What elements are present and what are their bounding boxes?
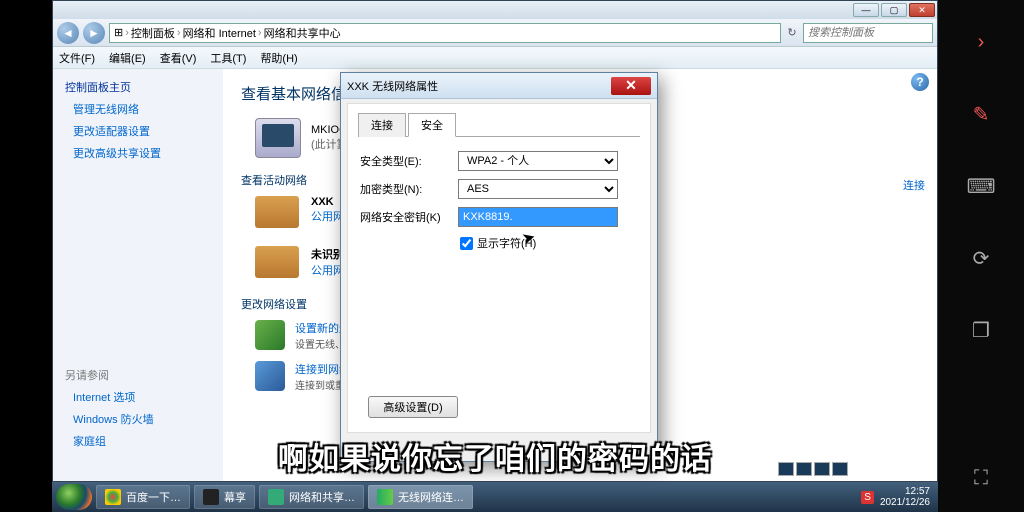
sidebar-link-sharing[interactable]: 更改高级共享设置 (73, 145, 211, 161)
select-encryption[interactable]: AES (458, 179, 618, 199)
connect-link[interactable]: 连接 (903, 177, 925, 193)
right-toolbar: › ✎ ⌨ ⟳ ❐ ⛶ (938, 0, 1024, 512)
rail-windows-icon[interactable]: ❐ (967, 316, 995, 344)
crumb-2[interactable]: 网络和共享中心 (264, 25, 341, 41)
task-network[interactable]: 网络和共享… (259, 485, 364, 509)
dialog-title: XXK 无线网络属性 (347, 78, 611, 94)
checkbox-show-chars[interactable] (460, 237, 473, 250)
rail-forward-icon[interactable]: › (967, 28, 995, 56)
wifi-properties-dialog: XXK 无线网络属性 ✕ 连接 安全 安全类型(E): WPA2 - 个人 加密… (340, 72, 658, 462)
advanced-settings-button[interactable]: 高级设置(D) (368, 396, 458, 418)
new-connection-icon (255, 320, 285, 350)
sidebar: 控制面板主页 管理无线网络 更改适配器设置 更改高级共享设置 另请参阅 Inte… (53, 69, 223, 481)
task-wifi[interactable]: 无线网络连… (368, 485, 473, 509)
rail-keyboard-icon[interactable]: ⌨ (967, 172, 995, 200)
menu-view[interactable]: 查看(V) (160, 50, 197, 66)
sidebar-link-wireless[interactable]: 管理无线网络 (73, 101, 211, 117)
connect-network-icon (255, 361, 285, 391)
help-icon[interactable]: ? (911, 73, 929, 91)
network-icon (255, 196, 299, 228)
minimize-button[interactable]: — (853, 3, 879, 17)
menu-file[interactable]: 文件(F) (59, 50, 95, 66)
back-button[interactable]: ◄ (57, 22, 79, 44)
crumb-1[interactable]: 网络和 Internet (183, 25, 256, 41)
ime-icon[interactable]: S (861, 491, 874, 504)
tab-connection[interactable]: 连接 (358, 113, 406, 137)
address-bar: ◄ ► ⊞ › 控制面板 › 网络和 Internet › 网络和共享中心 ↻ (53, 19, 937, 47)
select-security-type[interactable]: WPA2 - 个人 (458, 151, 618, 171)
dialog-titlebar: XXK 无线网络属性 ✕ (341, 73, 657, 99)
sidebar-link-adapter[interactable]: 更改适配器设置 (73, 123, 211, 139)
rail-refresh-icon[interactable]: ⟳ (967, 244, 995, 272)
label-security-type: 安全类型(E): (358, 153, 458, 169)
related-homegroup[interactable]: 家庭组 (73, 433, 211, 449)
network-icon (255, 246, 299, 278)
label-encryption: 加密类型(N): (358, 181, 458, 197)
dialog-tabs: 连接 安全 (358, 112, 640, 137)
menu-edit[interactable]: 编辑(E) (109, 50, 146, 66)
breadcrumb-icon: ⊞ (114, 26, 123, 39)
forward-button[interactable]: ► (83, 22, 105, 44)
crumb-0[interactable]: 控制面板 (131, 25, 175, 41)
menu-bar: 文件(F) 编辑(E) 查看(V) 工具(T) 帮助(H) (53, 47, 937, 69)
label-network-key: 网络安全密钥(K) (358, 209, 458, 225)
sidebar-home[interactable]: 控制面板主页 (65, 79, 211, 95)
window-titlebar: — ▢ ✕ (53, 1, 937, 19)
breadcrumb[interactable]: ⊞ › 控制面板 › 网络和 Internet › 网络和共享中心 (109, 23, 781, 43)
taskbar: 百度一下… 幕享 网络和共享… 无线网络连… S 12:57 2021/12/2… (52, 482, 938, 512)
system-tray[interactable]: S 12:57 2021/12/26 (861, 486, 934, 508)
menu-tools[interactable]: 工具(T) (210, 50, 246, 66)
refresh-icon[interactable]: ↻ (785, 26, 799, 39)
tab-security[interactable]: 安全 (408, 113, 456, 137)
tray-monitors (778, 462, 848, 476)
rail-expand-icon[interactable]: ⛶ (967, 464, 995, 492)
rail-brush-icon[interactable]: ✎ (967, 100, 995, 128)
computer-icon (255, 118, 301, 158)
clock[interactable]: 12:57 2021/12/26 (880, 486, 934, 508)
related-firewall[interactable]: Windows 防火墙 (73, 411, 211, 427)
search-input[interactable] (803, 23, 933, 43)
related-internet-options[interactable]: Internet 选项 (73, 389, 211, 405)
menu-help[interactable]: 帮助(H) (260, 50, 297, 66)
input-network-key[interactable] (458, 207, 618, 227)
dialog-close-button[interactable]: ✕ (611, 77, 651, 95)
task-chrome[interactable]: 百度一下… (96, 485, 190, 509)
related-title: 另请参阅 (65, 367, 211, 383)
task-muxiang[interactable]: 幕享 (194, 485, 255, 509)
label-show-chars: 显示字符(H) (477, 235, 536, 251)
maximize-button[interactable]: ▢ (881, 3, 907, 17)
start-button[interactable] (56, 484, 92, 510)
close-button[interactable]: ✕ (909, 3, 935, 17)
